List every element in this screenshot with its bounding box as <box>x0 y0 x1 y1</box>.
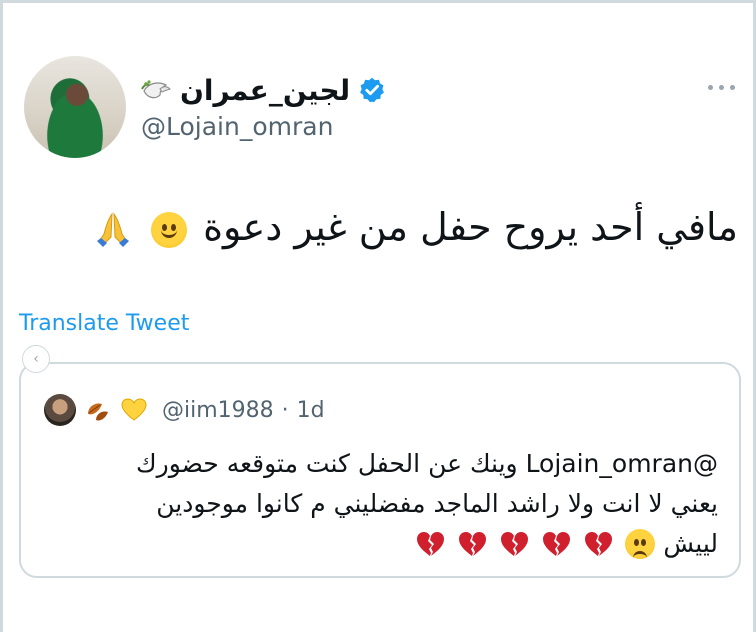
quoted-tweet-header: @iim1988 · 1d <box>44 393 325 427</box>
fallen-leaves-icon <box>88 403 108 421</box>
quoted-author-avatar[interactable] <box>44 394 76 426</box>
broken-heart-icon <box>543 532 571 556</box>
broken-heart-icon <box>417 532 445 556</box>
yellow-heart-icon <box>121 398 147 421</box>
verified-badge-icon <box>360 77 385 103</box>
folded-hands-icon <box>96 211 129 247</box>
author-name-row[interactable]: لجين_عمران <box>140 70 390 110</box>
author-avatar[interactable] <box>24 56 126 158</box>
quoted-text-line-3-word: لييش <box>663 529 718 558</box>
more-options-icon[interactable] <box>708 80 742 94</box>
dove-icon <box>141 80 171 99</box>
author-display-name[interactable]: لجين_عمران <box>180 74 350 107</box>
chevron-left-icon[interactable]: ‹ <box>22 345 50 373</box>
quoted-text-line-2: يعني لا انت ولا راشد الماجد مفضليني م كا… <box>156 489 718 518</box>
author-handle[interactable]: @Lojain_omran <box>141 112 333 141</box>
separator-dot: · <box>281 397 289 423</box>
quoted-tweet-text: @Lojain_omran وينك عن الحفل كنت متوقعه ح… <box>58 444 718 564</box>
translate-tweet-link[interactable]: Translate Tweet <box>19 311 189 336</box>
quoted-text-line-1: @Lojain_omran وينك عن الحفل كنت متوقعه ح… <box>136 449 718 478</box>
smiling-face-icon <box>151 211 188 248</box>
quoted-timestamp[interactable]: 1d <box>297 398 325 423</box>
frowning-face-icon <box>625 529 656 559</box>
quoted-author-handle[interactable]: @iim1988 <box>162 398 274 423</box>
broken-heart-icon <box>585 532 613 556</box>
broken-heart-icon <box>459 532 487 556</box>
tweet-body: مافي أحد يروح حفل من غير دعوة <box>203 205 738 249</box>
tweet-text: مافي أحد يروح حفل من غير دعوة <box>48 198 738 256</box>
quoted-text-line-3: لييش <box>58 524 718 564</box>
broken-heart-icon <box>501 532 529 556</box>
